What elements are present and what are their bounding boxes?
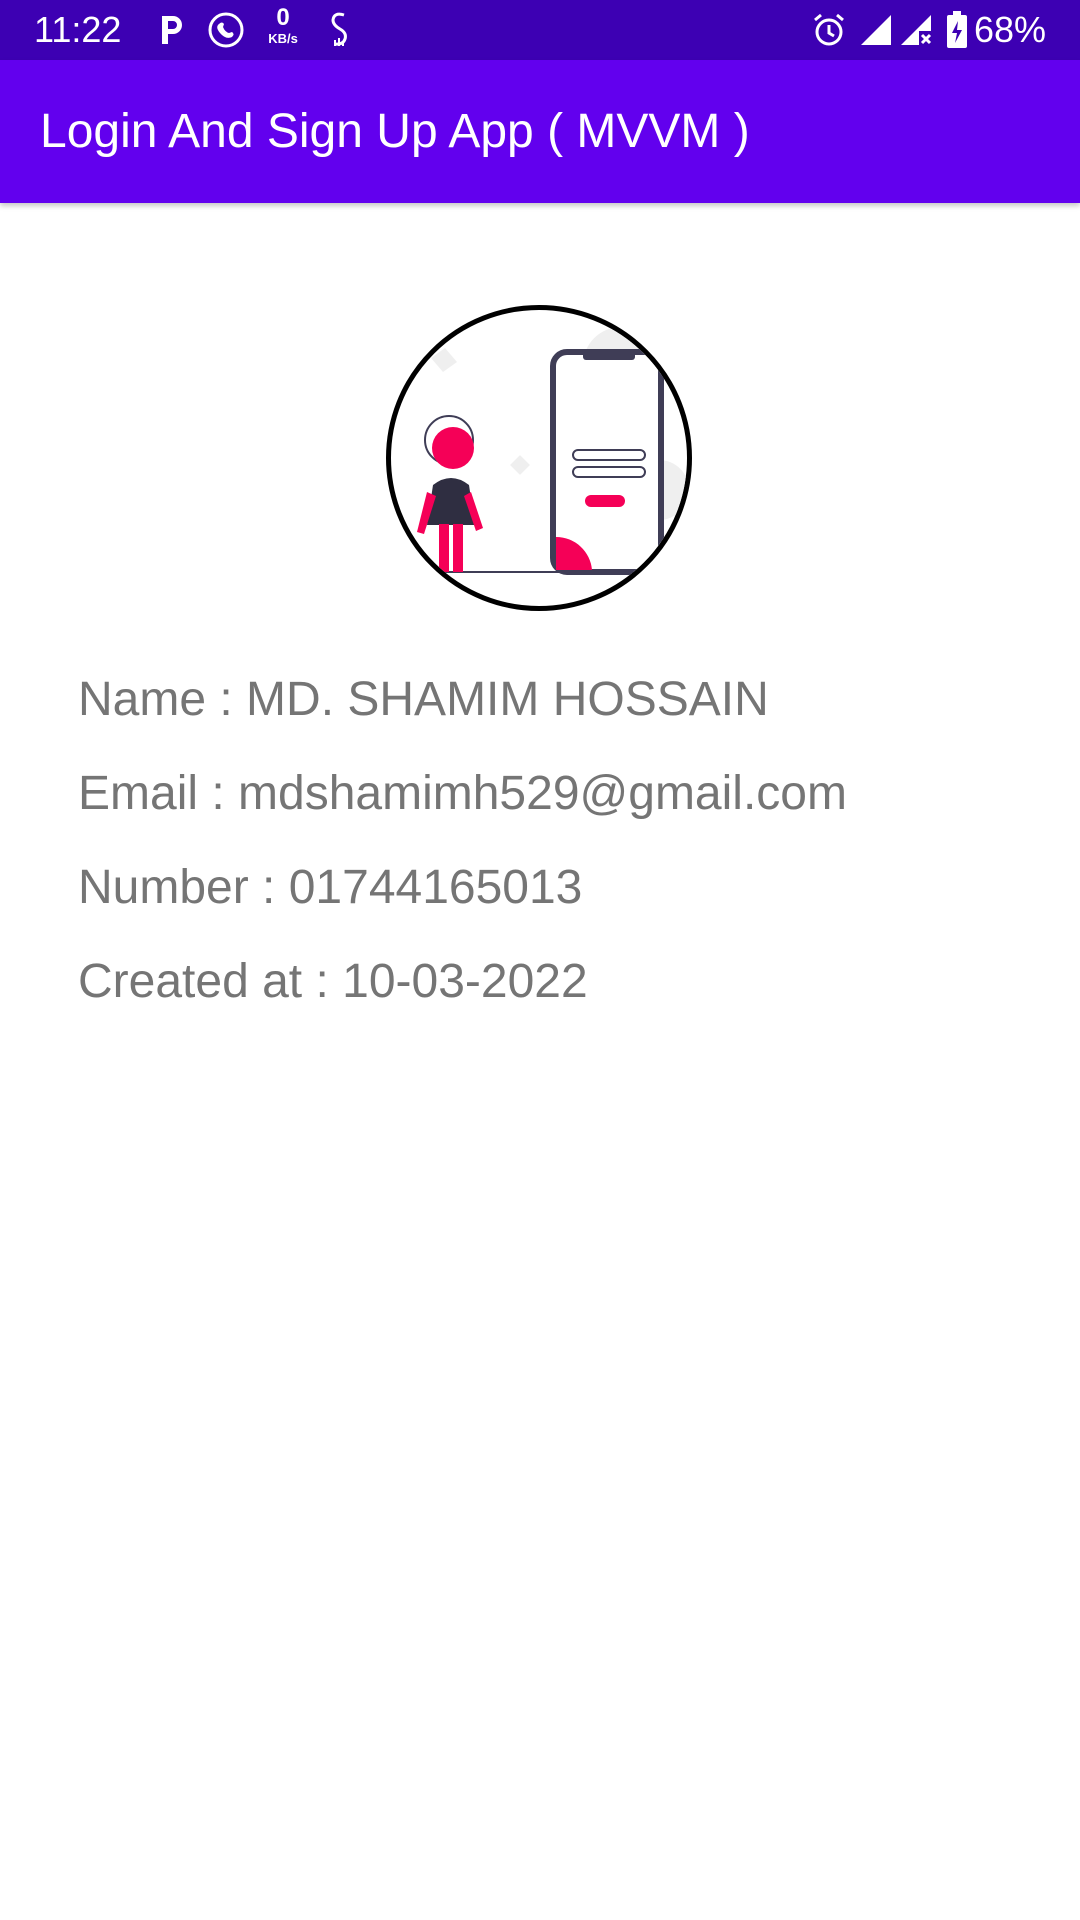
battery-percentage: 68% bbox=[973, 9, 1046, 50]
profile-name: Name : MD. SHAMIM HOSSAIN bbox=[78, 673, 769, 726]
app-title: Login And Sign Up App ( MVVM ) bbox=[40, 105, 750, 158]
signal-icon bbox=[858, 8, 894, 52]
signal-x-icon bbox=[898, 8, 934, 52]
profile-created-at: Created at : 10-03-2022 bbox=[78, 955, 588, 1008]
profile-email: Email : mdshamimh529@gmail.com bbox=[78, 767, 847, 820]
p-icon bbox=[156, 8, 188, 52]
s-icon bbox=[324, 8, 354, 52]
call-icon bbox=[206, 8, 246, 52]
app-bar: Login And Sign Up App ( MVVM ) bbox=[0, 60, 1080, 203]
status-bar: 11:22 0 KB/s 68% bbox=[0, 0, 1080, 60]
net-speed-unit: KB/s bbox=[268, 31, 298, 46]
battery-charging-icon bbox=[944, 8, 970, 52]
status-time: 11:22 bbox=[34, 9, 122, 50]
net-speed-value: 0 bbox=[276, 4, 290, 31]
net-speed-icon: 0 KB/s bbox=[262, 6, 304, 54]
profile-avatar bbox=[386, 305, 692, 611]
login-illustration bbox=[417, 327, 687, 575]
profile-number: Number : 01744165013 bbox=[78, 861, 583, 914]
alarm-icon bbox=[810, 8, 848, 52]
